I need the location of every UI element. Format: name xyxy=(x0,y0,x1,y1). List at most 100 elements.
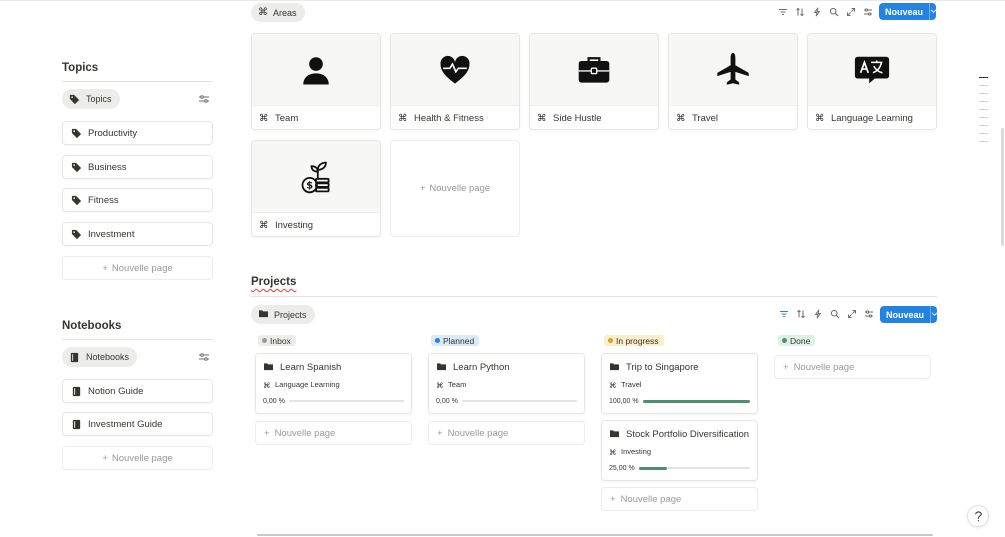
plus-icon: + xyxy=(102,262,108,274)
help-button[interactable] xyxy=(967,505,989,527)
heart-pulse-icon xyxy=(440,55,470,84)
project-area-tag[interactable]: Investing xyxy=(621,447,651,456)
new-page-label: Nouvelle page xyxy=(793,361,855,373)
search-icon[interactable] xyxy=(829,7,839,17)
areas-new-button[interactable]: Nouveau xyxy=(879,3,937,20)
notebooks-view-chip-label: Notebooks xyxy=(86,352,130,362)
notebook-item-investment-guide[interactable]: Investment Guide xyxy=(62,412,213,436)
toc-marker[interactable] xyxy=(979,77,988,78)
status-label: Inbox xyxy=(270,335,291,346)
plus-icon: + xyxy=(610,493,616,505)
projects-new-button[interactable]: Nouveau xyxy=(880,306,938,323)
area-card-team[interactable]: ⌘ Team xyxy=(251,33,381,130)
sort-icon[interactable] xyxy=(796,309,806,319)
folder-icon xyxy=(436,362,447,372)
horizontal-scrollbar[interactable] xyxy=(257,534,933,536)
area-card-cover xyxy=(391,34,519,106)
command-icon: ⌘ xyxy=(436,380,444,390)
areas-new-page-button[interactable]: + Nouvelle page xyxy=(390,140,520,237)
plus-icon: + xyxy=(264,427,270,439)
new-page-label: Nouvelle page xyxy=(447,427,509,439)
filter-settings-icon[interactable] xyxy=(198,352,210,362)
folder-icon xyxy=(263,362,274,372)
area-card-title: Language Learning xyxy=(831,112,913,124)
progress-bar xyxy=(461,400,577,402)
search-icon[interactable] xyxy=(830,309,840,319)
automation-bolt-icon[interactable] xyxy=(812,7,822,17)
done-new-page-button[interactable]: + Nouvelle page xyxy=(774,355,931,379)
areas-view-chip[interactable]: ⌘ Areas xyxy=(251,3,305,22)
progress-bar xyxy=(288,400,404,402)
settings-sliders-icon[interactable] xyxy=(863,7,873,17)
notebooks-view-chip[interactable]: Notebooks xyxy=(62,347,138,367)
notebooks-new-page-button[interactable]: + Nouvelle page xyxy=(62,446,213,470)
table-of-contents-rail[interactable] xyxy=(979,77,988,142)
command-icon: ⌘ xyxy=(676,113,686,124)
status-badge-planned: Planned xyxy=(431,335,480,346)
settings-sliders-icon[interactable] xyxy=(864,309,874,319)
in-progress-new-page-button[interactable]: + Nouvelle page xyxy=(601,487,758,511)
project-card-stock-portfolio-diversification[interactable]: Stock Portfolio Diversification ⌘ Investi… xyxy=(601,420,758,481)
topics-view-chip[interactable]: Topics xyxy=(62,89,120,109)
vertical-scrollbar[interactable] xyxy=(1001,128,1004,246)
project-card-learn-python[interactable]: Learn Python ⌘ Team 0,00 % xyxy=(428,353,585,414)
new-page-label: Nouvelle page xyxy=(274,427,336,439)
new-button-label: Nouveau xyxy=(885,6,924,17)
toc-marker[interactable] xyxy=(979,101,988,102)
top-divider xyxy=(0,0,1005,1)
toc-marker[interactable] xyxy=(979,109,988,110)
area-card-investing[interactable]: $ ⌘ Investing xyxy=(251,140,381,237)
status-badge-in-progress: In progress xyxy=(604,335,664,346)
notebook-item-notion-guide[interactable]: Notion Guide xyxy=(62,379,213,403)
toc-marker[interactable] xyxy=(979,85,988,86)
status-badge-done: Done xyxy=(778,335,816,346)
topic-item-productivity[interactable]: Productivity xyxy=(62,121,213,145)
tag-icon xyxy=(71,229,82,240)
topic-item-investment[interactable]: Investment xyxy=(62,222,213,246)
topic-item-fitness[interactable]: Fitness xyxy=(62,188,213,212)
project-area-tag[interactable]: Team xyxy=(448,380,466,389)
tag-icon xyxy=(71,162,82,173)
project-area-tag[interactable]: Language Learning xyxy=(275,380,340,389)
area-card-health-fitness[interactable]: ⌘ Health & Fitness xyxy=(390,33,520,130)
toc-marker[interactable] xyxy=(979,125,988,126)
chevron-down-icon[interactable] xyxy=(930,306,938,323)
project-card-learn-spanish[interactable]: Learn Spanish ⌘ Language Learning 0,00 % xyxy=(255,353,412,414)
filter-icon[interactable] xyxy=(778,7,788,17)
tag-icon xyxy=(71,128,82,139)
new-page-label: Nouvelle page xyxy=(111,452,173,464)
projects-view-chip[interactable]: Projects xyxy=(251,305,315,324)
area-card-side-hustle[interactable]: ⌘ Side Hustle xyxy=(529,33,659,130)
project-area-tag[interactable]: Travel xyxy=(621,380,642,389)
notebooks-divider xyxy=(62,339,213,340)
toc-marker[interactable] xyxy=(979,133,988,134)
area-card-travel[interactable]: ⌘ Travel xyxy=(668,33,798,130)
briefcase-icon xyxy=(578,56,610,83)
automation-bolt-icon[interactable] xyxy=(813,309,823,319)
topic-item-label: Fitness xyxy=(88,194,119,206)
status-label: Done xyxy=(790,335,811,346)
person-icon xyxy=(303,56,329,84)
command-icon: ⌘ xyxy=(815,113,825,124)
expand-icon[interactable] xyxy=(847,309,857,319)
planned-new-page-button[interactable]: + Nouvelle page xyxy=(428,421,585,445)
topics-new-page-button[interactable]: + Nouvelle page xyxy=(62,256,213,280)
progress-fill xyxy=(642,399,750,403)
project-card-trip-to-singapore[interactable]: Trip to Singapore ⌘ Travel 100,00 % xyxy=(601,353,758,414)
expand-icon[interactable] xyxy=(846,7,856,17)
toc-marker[interactable] xyxy=(979,93,988,94)
area-card-title: Health & Fitness xyxy=(414,112,484,124)
toc-marker[interactable] xyxy=(979,117,988,118)
area-card-cover: $ xyxy=(252,141,380,213)
area-card-language-learning[interactable]: ⌘ Language Learning xyxy=(807,33,937,130)
command-icon: ⌘ xyxy=(259,220,269,231)
filter-icon[interactable] xyxy=(779,309,789,319)
toc-marker[interactable] xyxy=(979,141,988,142)
projects-divider xyxy=(251,296,937,297)
inbox-new-page-button[interactable]: + Nouvelle page xyxy=(255,421,412,445)
chevron-down-icon[interactable] xyxy=(929,3,937,20)
topic-item-business[interactable]: Business xyxy=(62,155,213,179)
sort-icon[interactable] xyxy=(795,7,805,17)
area-card-cover xyxy=(530,34,658,106)
filter-settings-icon[interactable] xyxy=(198,94,210,104)
